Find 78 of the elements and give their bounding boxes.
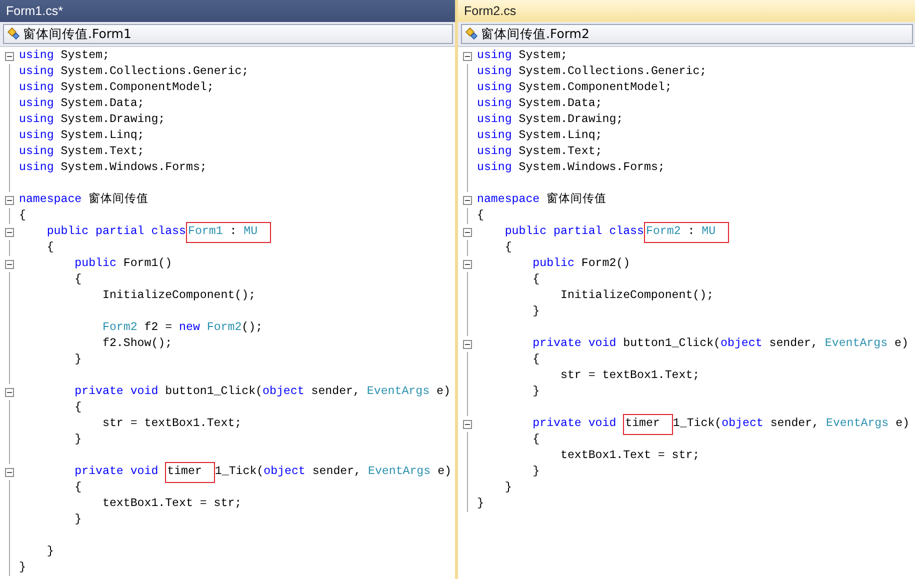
code-text: { bbox=[19, 208, 26, 224]
code-text: { bbox=[532, 272, 540, 288]
collapse-icon[interactable] bbox=[5, 196, 14, 204]
code-text: public partial class bbox=[504, 224, 644, 240]
code-text: f2.Show(); bbox=[101, 336, 172, 352]
code-text: public Form2() bbox=[532, 256, 630, 272]
code-text: public partial class bbox=[46, 224, 186, 240]
code-text: using System.Windows.Forms; bbox=[477, 160, 665, 176]
collapse-icon[interactable] bbox=[463, 340, 472, 348]
code-text: } bbox=[74, 432, 82, 448]
class-icon bbox=[7, 27, 21, 41]
code-text: { bbox=[532, 352, 540, 368]
collapse-icon[interactable] bbox=[463, 52, 472, 60]
code-text: } bbox=[532, 304, 540, 320]
code-text: { bbox=[74, 480, 82, 496]
collapse-icon[interactable] bbox=[463, 228, 472, 236]
code-text: using System.Drawing; bbox=[19, 112, 166, 128]
code-text: using System.Data; bbox=[19, 96, 144, 112]
highlight-box: Form2 : MU bbox=[644, 222, 729, 242]
code-text: private void bbox=[532, 416, 618, 432]
collapse-icon[interactable] bbox=[5, 388, 14, 396]
code-text: { bbox=[477, 208, 484, 224]
code-text: textBox1.Text = str; bbox=[559, 448, 700, 464]
collapse-icon[interactable] bbox=[5, 52, 14, 60]
collapse-icon[interactable] bbox=[463, 420, 472, 428]
code-text: } bbox=[74, 352, 82, 368]
highlight-box: timer bbox=[165, 462, 215, 482]
code-text: { bbox=[46, 240, 54, 256]
code-text: } bbox=[504, 480, 512, 496]
code-text: using System.ComponentModel; bbox=[477, 80, 672, 96]
highlight-box: Form1 : MU bbox=[186, 222, 271, 242]
code-text: 1_Tick(object sender, EventArgs e) bbox=[672, 416, 910, 432]
code-text: private void bbox=[74, 464, 160, 480]
code-text: } bbox=[532, 384, 540, 400]
document-tab[interactable]: Form1.cs* bbox=[4, 2, 65, 20]
code-text: { bbox=[504, 240, 512, 256]
code-text: using System.ComponentModel; bbox=[19, 80, 214, 96]
code-text: using System.Linq; bbox=[19, 128, 144, 144]
code-text: { bbox=[74, 400, 82, 416]
code-text: } bbox=[19, 560, 26, 576]
code-text: } bbox=[477, 496, 484, 512]
code-text: using System; bbox=[477, 48, 568, 64]
code-text: } bbox=[74, 512, 82, 528]
collapse-icon[interactable] bbox=[5, 468, 14, 476]
code-text: { bbox=[532, 432, 540, 448]
code-text: using System.Data; bbox=[477, 96, 602, 112]
collapse-icon[interactable] bbox=[463, 260, 472, 268]
code-text: using System.Windows.Forms; bbox=[19, 160, 207, 176]
code-text: private void button1_Click(object sender, EventArgs e) bbox=[74, 384, 450, 400]
code-text: using System; bbox=[19, 48, 110, 64]
code-text: private void button1_Click(object sender, EventArgs e) bbox=[532, 336, 908, 352]
class-dropdown[interactable]: 窗体间传值.Form1 bbox=[3, 24, 453, 44]
code-text: { bbox=[74, 272, 82, 288]
code-text: using System.Drawing; bbox=[477, 112, 624, 128]
code-text: Form2 f2 = new Form2(); bbox=[101, 320, 263, 336]
code-text: str = textBox1.Text; bbox=[559, 368, 700, 384]
collapse-icon[interactable] bbox=[5, 228, 14, 236]
code-text: namespace 窗体间传值 bbox=[19, 192, 149, 208]
code-text: } bbox=[46, 544, 54, 560]
code-text: using System.Linq; bbox=[477, 128, 602, 144]
collapse-icon[interactable] bbox=[5, 260, 14, 268]
code-text: public Form1() bbox=[74, 256, 172, 272]
class-dropdown[interactable]: 窗体间传值.Form2 bbox=[461, 24, 913, 44]
code-text: using System.Text; bbox=[477, 144, 602, 160]
code-text: 1_Tick(object sender, EventArgs e) bbox=[214, 464, 452, 480]
code-text: namespace 窗体间传值 bbox=[477, 192, 607, 208]
code-text: using System.Text; bbox=[19, 144, 144, 160]
highlight-box: timer bbox=[623, 414, 673, 434]
code-text: textBox1.Text = str; bbox=[101, 496, 242, 512]
code-text: using System.Collections.Generic; bbox=[477, 64, 707, 80]
collapse-icon[interactable] bbox=[463, 196, 472, 204]
code-text: InitializeComponent(); bbox=[101, 288, 256, 304]
document-tab[interactable]: Form2.cs bbox=[462, 2, 518, 20]
code-text: } bbox=[532, 464, 540, 480]
class-icon bbox=[465, 27, 479, 41]
code-text: InitializeComponent(); bbox=[559, 288, 714, 304]
code-text: using System.Collections.Generic; bbox=[19, 64, 249, 80]
code-text: str = textBox1.Text; bbox=[101, 416, 242, 432]
